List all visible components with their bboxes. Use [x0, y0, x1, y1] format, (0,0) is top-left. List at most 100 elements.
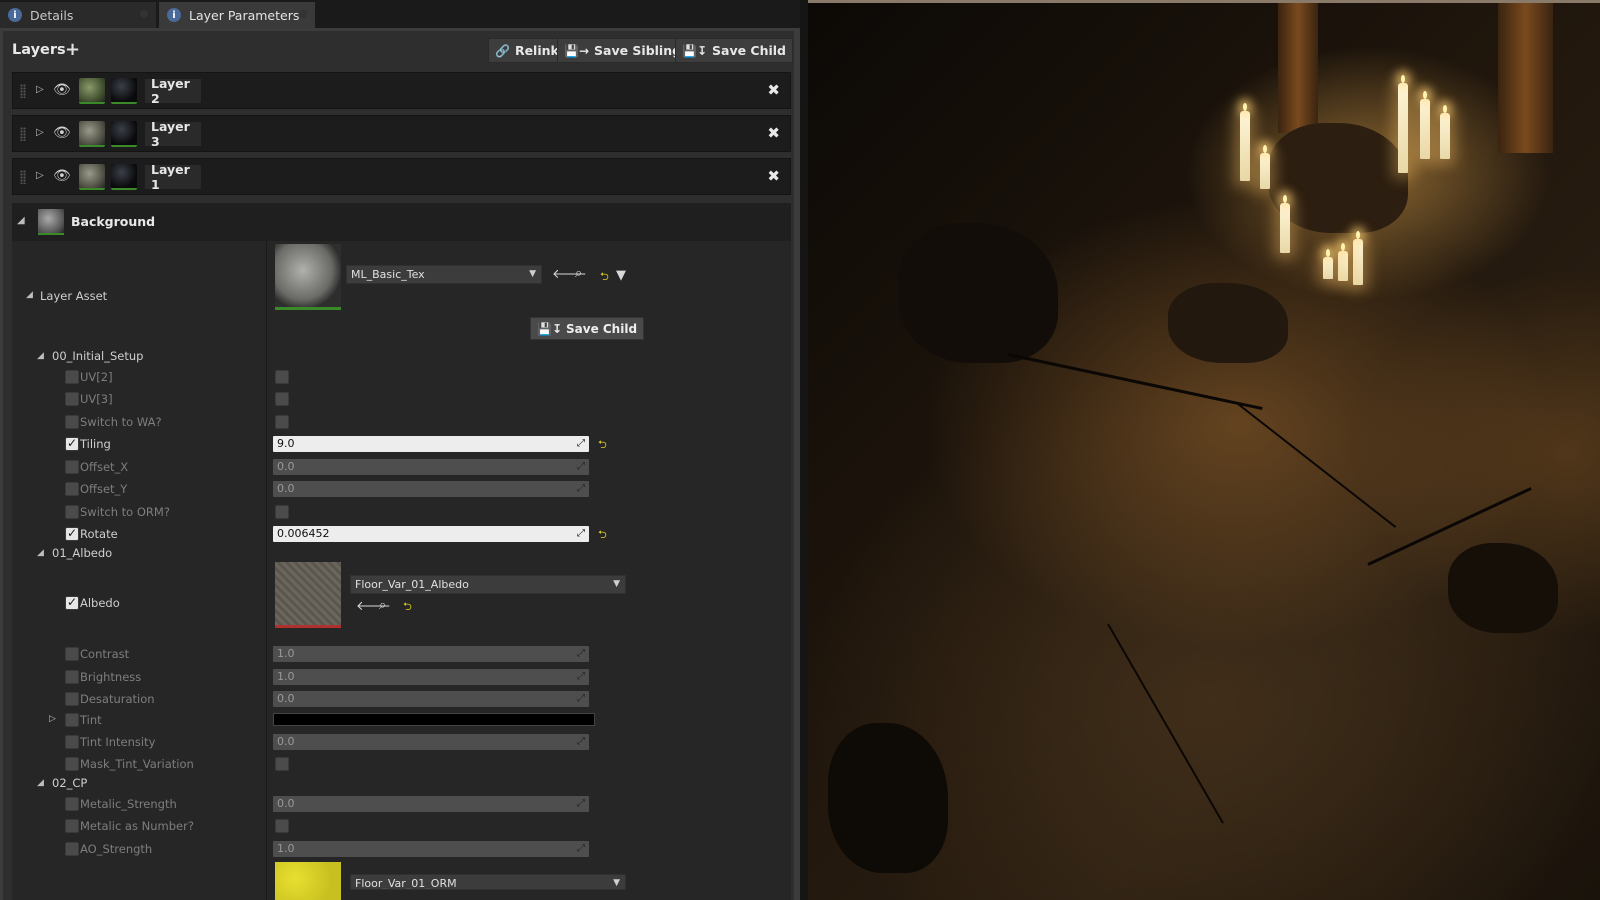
override-checkbox[interactable]: [65, 436, 79, 451]
filter-icon[interactable]: ▼: [616, 268, 626, 283]
expand-icon[interactable]: ⤢: [577, 734, 585, 750]
browse-search-icon[interactable]: ⌕: [379, 598, 386, 613]
save-child-button[interactable]: 💾↧ Save Child: [675, 38, 794, 63]
override-checkbox[interactable]: [65, 647, 79, 661]
delete-layer-icon[interactable]: ✖: [767, 167, 780, 185]
collapse-arrow-icon[interactable]: ◢: [37, 778, 44, 788]
layer-asset-combo[interactable]: ML_Basic_Tex ▼: [346, 265, 542, 284]
reset-icon[interactable]: ⮌: [598, 436, 607, 455]
layer-thumbnail[interactable]: [79, 164, 105, 190]
albedo-texture-thumbnail[interactable]: [275, 562, 341, 628]
layer-name[interactable]: Layer 2: [145, 76, 201, 106]
blend-thumbnail[interactable]: [111, 121, 137, 147]
value-checkbox[interactable]: [275, 370, 289, 384]
rotate-input[interactable]: 0.006452 ⤢: [273, 526, 589, 542]
expand-arrow-icon[interactable]: ▷: [36, 84, 44, 95]
reset-icon[interactable]: ⮌: [403, 598, 412, 617]
add-layer-icon[interactable]: +: [65, 39, 80, 60]
drag-handle-icon[interactable]: [20, 127, 26, 141]
brightness-input[interactable]: 1.0 ⤢: [273, 669, 589, 685]
override-checkbox[interactable]: [65, 757, 79, 771]
relink-button[interactable]: 🔗 Relink: [488, 38, 566, 63]
orm-texture-thumbnail[interactable]: [275, 862, 341, 900]
contrast-input[interactable]: 1.0 ⤢: [273, 646, 589, 662]
override-checkbox[interactable]: [65, 370, 79, 384]
column-splitter[interactable]: [266, 241, 267, 900]
override-checkbox[interactable]: [65, 505, 79, 519]
expand-arrow-icon[interactable]: ▷: [49, 714, 56, 724]
value-checkbox[interactable]: [275, 819, 289, 833]
override-checkbox[interactable]: [65, 670, 79, 684]
tab-close-icon[interactable]: [299, 10, 307, 18]
tab-layer-parameters[interactable]: i Layer Parameters: [159, 2, 315, 28]
blend-thumbnail[interactable]: [111, 78, 137, 104]
override-checkbox[interactable]: [65, 692, 79, 706]
collapse-arrow-icon[interactable]: ◢: [17, 215, 25, 226]
expand-icon[interactable]: ⤢: [577, 691, 585, 707]
desaturation-input[interactable]: 0.0 ⤢: [273, 691, 589, 707]
reset-icon[interactable]: ⮌: [600, 268, 609, 287]
collapse-arrow-icon[interactable]: ◢: [26, 290, 33, 300]
override-checkbox[interactable]: [65, 595, 79, 610]
metalic-strength-input[interactable]: 0.0 ⤢: [273, 796, 589, 812]
layer-row[interactable]: ▷ 👁 Layer 3 ✖: [12, 115, 791, 152]
override-checkbox[interactable]: [65, 797, 79, 811]
value-checkbox[interactable]: [275, 757, 289, 771]
override-checkbox[interactable]: [65, 819, 79, 833]
visibility-eye-icon[interactable]: 👁: [53, 82, 71, 98]
tab-details[interactable]: i Details: [0, 2, 156, 28]
layer-asset-thumbnail[interactable]: [275, 244, 341, 310]
override-checkbox[interactable]: [65, 842, 79, 856]
value-checkbox[interactable]: [275, 392, 289, 406]
layer-row[interactable]: ▷ 👁 Layer 2 ✖: [12, 72, 791, 109]
expand-icon[interactable]: ⤢: [577, 459, 585, 475]
offset-y-input[interactable]: 0.0 ⤢: [273, 481, 589, 497]
layer-name[interactable]: Layer 3: [145, 119, 201, 149]
ao-strength-input[interactable]: 1.0 ⤢: [273, 841, 589, 857]
collapse-arrow-icon[interactable]: ◢: [37, 351, 44, 361]
offset-x-input[interactable]: 0.0 ⤢: [273, 459, 589, 475]
albedo-texture-combo[interactable]: Floor_Var_01_Albedo ▼: [350, 575, 626, 594]
override-checkbox[interactable]: [65, 713, 79, 727]
override-checkbox[interactable]: [65, 735, 79, 749]
collapse-arrow-icon[interactable]: ◢: [37, 548, 44, 558]
save-child-button[interactable]: 💾↧ Save Child: [530, 317, 645, 340]
override-checkbox[interactable]: [65, 460, 79, 474]
expand-icon[interactable]: ⤢: [577, 526, 585, 542]
expand-icon[interactable]: ⤢: [577, 646, 585, 662]
orm-texture-combo[interactable]: Floor_Var_01_ORM ▼: [350, 874, 626, 890]
tint-intensity-input[interactable]: 0.0 ⤢: [273, 734, 589, 750]
layer-row[interactable]: ▷ 👁 Layer 1 ✖: [12, 158, 791, 195]
value-checkbox[interactable]: [275, 415, 289, 429]
visibility-eye-icon[interactable]: 👁: [53, 125, 71, 141]
value-checkbox[interactable]: [275, 505, 289, 519]
browse-search-icon[interactable]: ⌕: [575, 266, 582, 281]
expand-icon[interactable]: ⤢: [577, 481, 585, 497]
reset-icon[interactable]: ⮌: [598, 526, 607, 545]
layer-thumbnail[interactable]: [79, 78, 105, 104]
background-thumbnail[interactable]: [38, 209, 64, 235]
expand-arrow-icon[interactable]: ▷: [36, 170, 44, 181]
blend-thumbnail[interactable]: [111, 164, 137, 190]
override-checkbox[interactable]: [65, 482, 79, 496]
drag-handle-icon[interactable]: [20, 84, 26, 98]
layer-name[interactable]: Layer 1: [145, 162, 201, 192]
drag-handle-icon[interactable]: [20, 170, 26, 184]
override-checkbox[interactable]: [65, 415, 79, 429]
delete-layer-icon[interactable]: ✖: [767, 81, 780, 99]
level-viewport[interactable]: [808, 0, 1600, 900]
tint-color-swatch[interactable]: [273, 713, 595, 726]
expand-arrow-icon[interactable]: ▷: [36, 127, 44, 138]
expand-icon[interactable]: ⤢: [577, 669, 585, 685]
background-layer-header[interactable]: ◢ Background: [12, 203, 791, 241]
expand-icon[interactable]: ⤢: [577, 436, 585, 452]
delete-layer-icon[interactable]: ✖: [767, 124, 780, 142]
visibility-eye-icon[interactable]: 👁: [53, 168, 71, 184]
override-checkbox[interactable]: [65, 392, 79, 406]
save-sibling-button[interactable]: 💾→ Save Sibling: [557, 38, 689, 63]
override-checkbox[interactable]: [65, 526, 79, 541]
tiling-input[interactable]: 9.0 ⤢: [273, 436, 589, 452]
expand-icon[interactable]: ⤢: [577, 796, 585, 812]
layer-thumbnail[interactable]: [79, 121, 105, 147]
expand-icon[interactable]: ⤢: [577, 841, 585, 857]
